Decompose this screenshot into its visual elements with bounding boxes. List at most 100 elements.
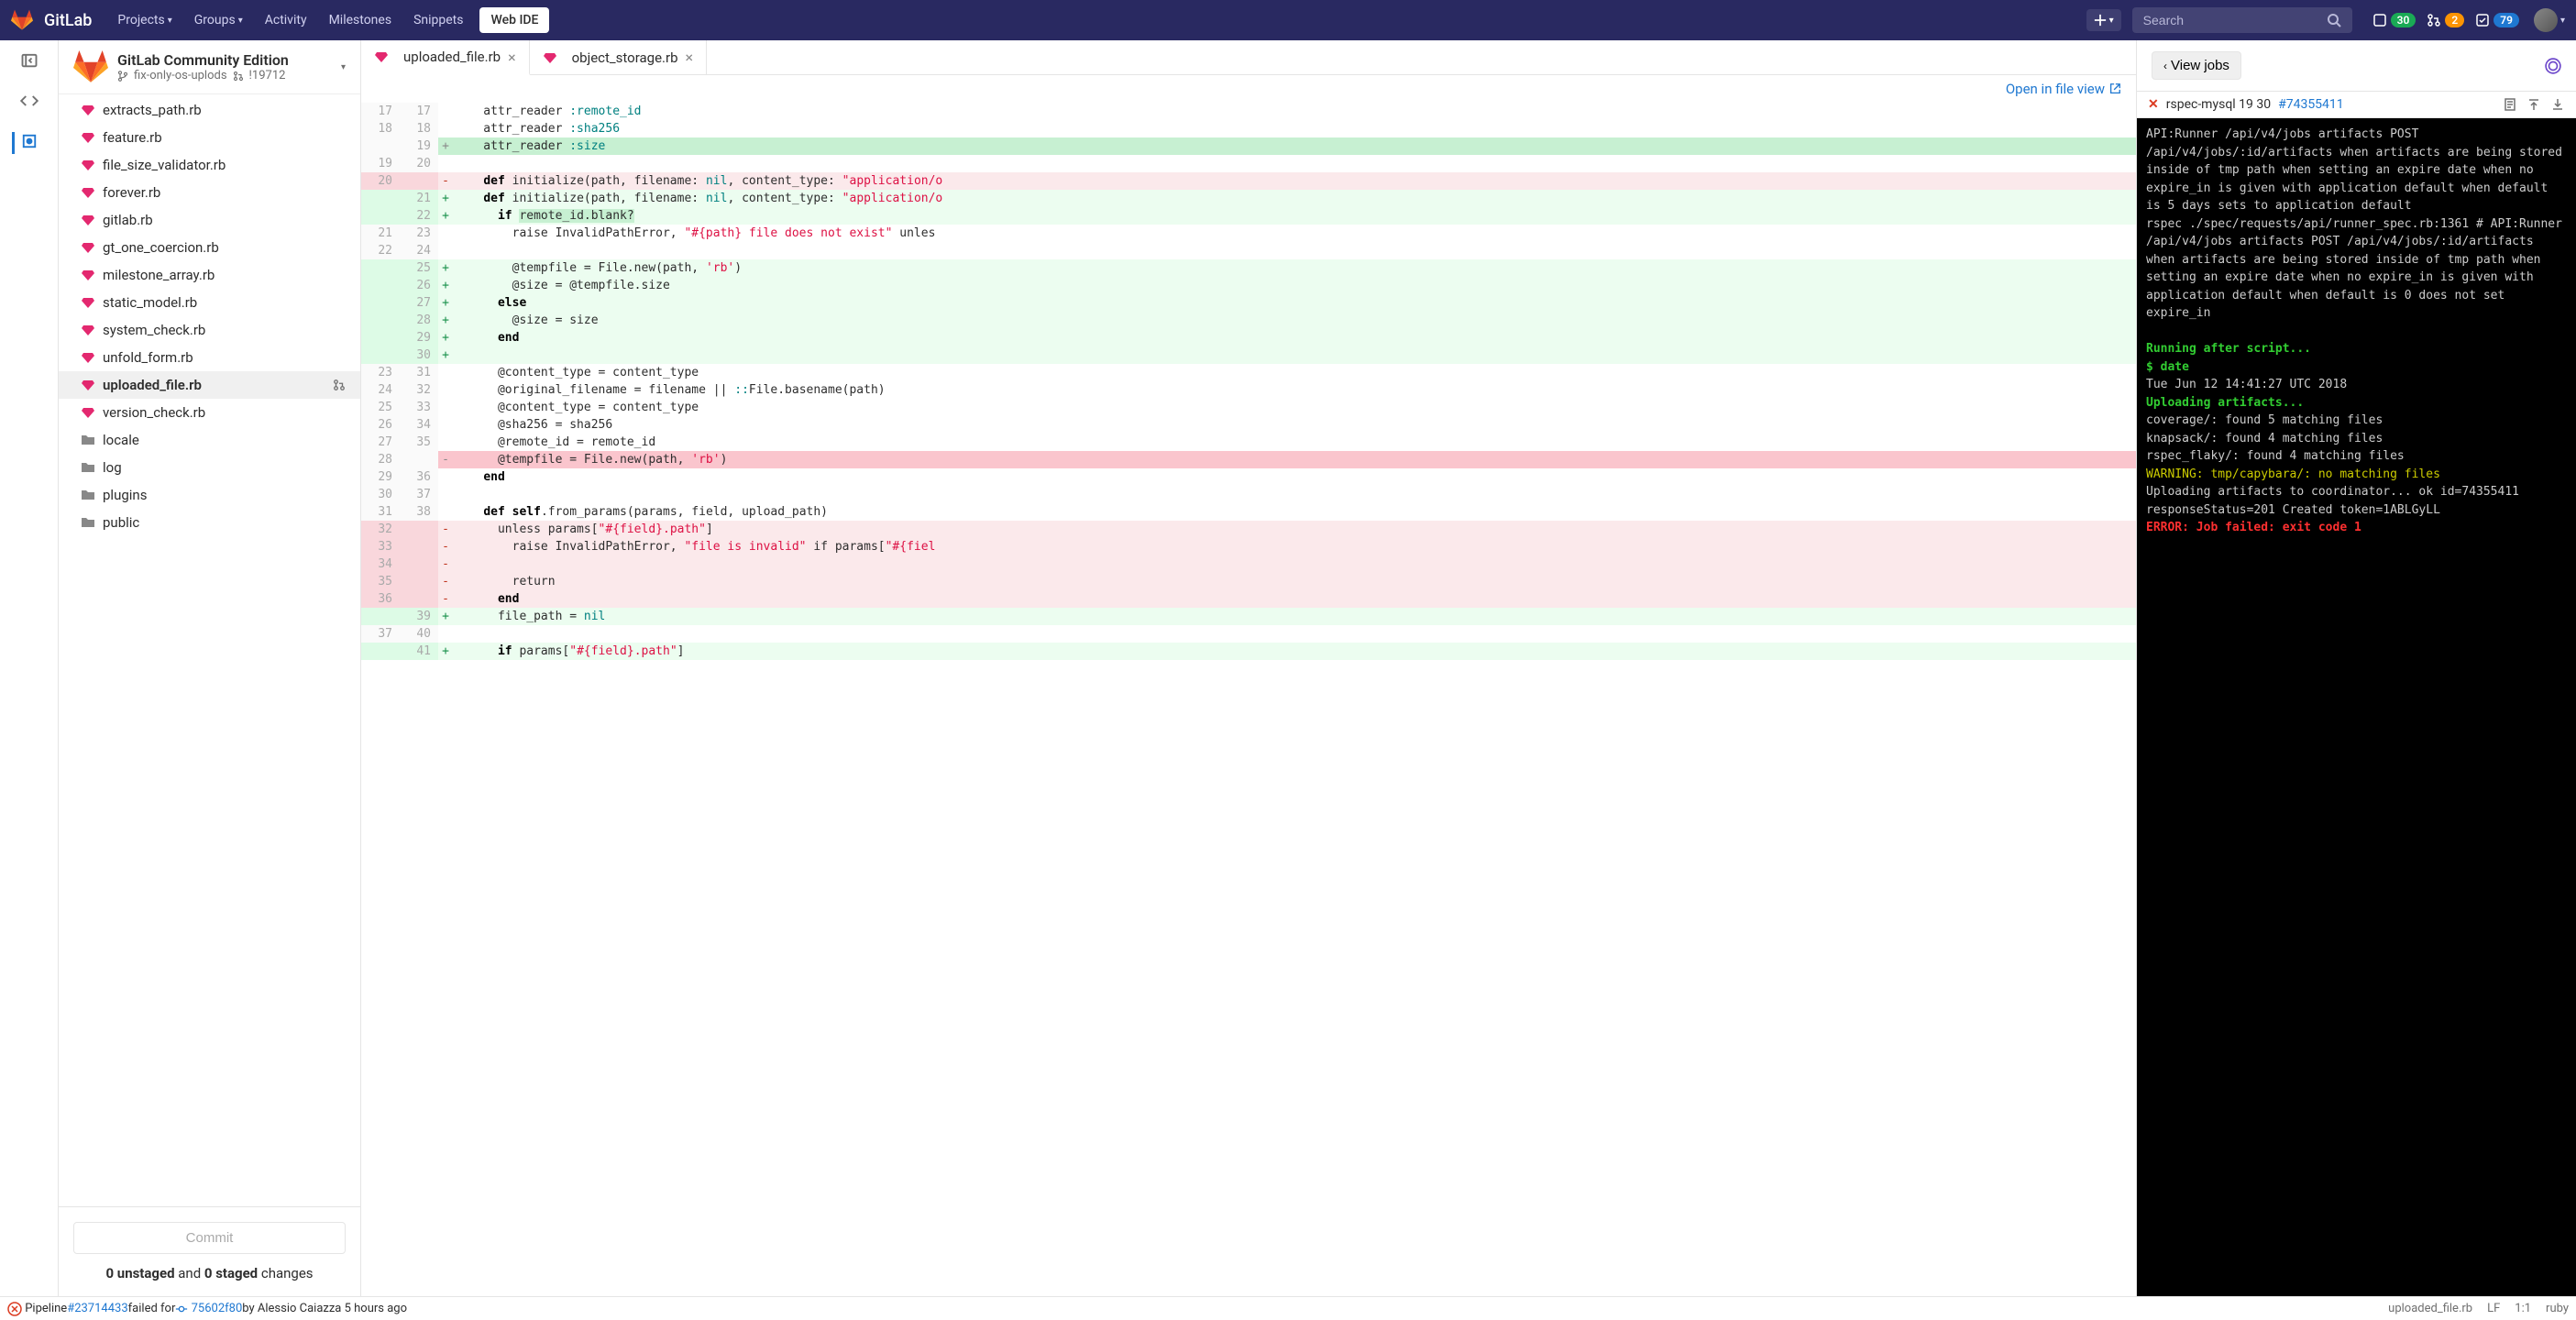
tree-item-locale[interactable]: locale (59, 426, 360, 454)
nav-milestones[interactable]: Milestones (318, 6, 403, 35)
language-mode[interactable]: ruby (2546, 1302, 2569, 1315)
tree-item-unfold_form-rb[interactable]: unfold_form.rb (59, 344, 360, 371)
gitlab-logo-icon (11, 9, 33, 31)
commit-button[interactable]: Commit (73, 1222, 346, 1254)
diff-line: 36- end (361, 590, 2136, 608)
project-title: GitLab Community Edition (117, 51, 329, 69)
diff-line: 28+ @size = size (361, 312, 2136, 329)
search-input[interactable] (2143, 13, 2327, 28)
tree-item-uploaded_file-rb[interactable]: uploaded_file.rb (59, 371, 360, 399)
diff-line: 19+ attr_reader :size (361, 138, 2136, 155)
project-dropdown-icon[interactable]: ▾ (341, 62, 346, 72)
tree-item-milestone_array-rb[interactable]: milestone_array.rb (59, 261, 360, 289)
tree-item-extracts_path-rb[interactable]: extracts_path.rb (59, 96, 360, 124)
mr-icon (233, 71, 244, 82)
cursor-position[interactable]: 1:1 (2515, 1302, 2531, 1315)
tree-item-file_size_validator-rb[interactable]: file_size_validator.rb (59, 151, 360, 179)
issues-badge[interactable]: 30 (2372, 13, 2416, 28)
tree-item-static_model-rb[interactable]: static_model.rb (59, 289, 360, 316)
status-bar: Pipeline #23714433 failed for 75602f80 b… (0, 1296, 2576, 1320)
code-icon[interactable] (20, 92, 39, 110)
review-icon[interactable] (20, 132, 39, 150)
diff-line: 3138 def self.from_params(params, field,… (361, 503, 2136, 521)
view-jobs-button[interactable]: ‹ View jobs (2152, 51, 2241, 80)
commit-link[interactable]: 75602f80 (192, 1302, 243, 1315)
diff-line: 33- raise InvalidPathError, "file is inv… (361, 538, 2136, 556)
topbar: GitLab Projects▾Groups▾ActivityMilestone… (0, 0, 2576, 40)
tree-item-feature-rb[interactable]: feature.rb (59, 124, 360, 151)
diff-line: 1717 attr_reader :remote_id (361, 103, 2136, 120)
new-menu-button[interactable]: ▾ (2086, 9, 2121, 31)
job-fail-icon: ✕ (2148, 97, 2159, 112)
pipeline-label: Pipeline (25, 1302, 67, 1315)
right-panel: ‹ View jobs ✕ rspec-mysql 19 30 #7435541… (2136, 40, 2576, 1296)
diff-line: 30+ (361, 346, 2136, 364)
raw-log-icon[interactable] (2503, 97, 2517, 112)
nav-snippets[interactable]: Snippets (402, 6, 474, 35)
line-ending[interactable]: LF (2487, 1302, 2500, 1315)
nav-activity[interactable]: Activity (254, 6, 318, 35)
tree-item-system_check-rb[interactable]: system_check.rb (59, 316, 360, 344)
close-icon[interactable]: × (686, 49, 694, 66)
diff-line: 32- unless params["#{field}.path"] (361, 521, 2136, 538)
diff-line: 22+ if remote_id.blank? (361, 207, 2136, 225)
diff-view[interactable]: 1717 attr_reader :remote_id1818 attr_rea… (361, 103, 2136, 1296)
pipeline-status-icon[interactable] (2545, 58, 2561, 74)
branch-name: fix-only-os-uplods (134, 69, 227, 82)
brand-name: GitLab (44, 11, 92, 30)
tab-uploaded_file-rb[interactable]: uploaded_file.rb× (361, 40, 530, 75)
tree-item-gitlab-rb[interactable]: gitlab.rb (59, 206, 360, 234)
search-box[interactable] (2132, 7, 2352, 33)
diff-line: 2432 @original_filename = filename || ::… (361, 381, 2136, 399)
diff-line: 2331 @content_type = content_type (361, 364, 2136, 381)
pipeline-link[interactable]: #23714433 (67, 1302, 127, 1315)
job-id-link[interactable]: #74355411 (2278, 97, 2344, 112)
tree-item-version_check-rb[interactable]: version_check.rb (59, 399, 360, 426)
branch-icon (117, 71, 128, 82)
web-ide-button[interactable]: Web IDE (479, 7, 549, 33)
diff-line: 41+ if params["#{field}.path"] (361, 643, 2136, 660)
tree-item-log[interactable]: log (59, 454, 360, 481)
pipeline-fail-icon (7, 1302, 22, 1316)
tab-object_storage-rb[interactable]: object_storage.rb× (530, 40, 707, 74)
scroll-bottom-icon[interactable] (2550, 97, 2565, 112)
tree-item-forever-rb[interactable]: forever.rb (59, 179, 360, 206)
tree-item-plugins[interactable]: plugins (59, 481, 360, 509)
job-name: rspec-mysql 19 30 (2166, 97, 2271, 112)
commit-panel: Commit 0 unstaged and 0 staged changes (59, 1206, 360, 1296)
project-header[interactable]: GitLab Community Edition fix-only-os-upl… (59, 40, 360, 94)
diff-line: 26+ @size = @tempfile.size (361, 277, 2136, 294)
diff-line: 35- return (361, 573, 2136, 590)
scroll-top-icon[interactable] (2526, 97, 2541, 112)
nav-projects[interactable]: Projects▾ (106, 6, 182, 35)
tree-item-public[interactable]: public (59, 509, 360, 536)
todos-badge[interactable]: 79 (2475, 13, 2519, 28)
diff-line: 28- @tempfile = File.new(path, 'rb') (361, 451, 2136, 468)
user-avatar[interactable] (2534, 8, 2558, 32)
collapse-icon[interactable] (20, 51, 39, 70)
merge-icon (2427, 13, 2441, 28)
changes-summary: 0 unstaged and 0 staged changes (73, 1265, 346, 1282)
close-icon[interactable]: × (508, 49, 516, 66)
issues-icon (2372, 13, 2387, 28)
sidebar: GitLab Community Edition fix-only-os-upl… (59, 40, 361, 1296)
tree-item-gt_one_coercion-rb[interactable]: gt_one_coercion.rb (59, 234, 360, 261)
diff-line: 2123 raise InvalidPathError, "#{path} fi… (361, 225, 2136, 242)
diff-line: 29+ end (361, 329, 2136, 346)
diff-line: 34- (361, 556, 2136, 573)
nav-groups[interactable]: Groups▾ (183, 6, 254, 35)
job-log-terminal[interactable]: API:Runner /api/v4/jobs artifacts POST /… (2137, 118, 2576, 1296)
diff-line: 3037 (361, 486, 2136, 503)
merge-requests-badge[interactable]: 2 (2427, 13, 2464, 28)
mr-number: !19712 (249, 69, 286, 82)
diff-line: 2936 end (361, 468, 2136, 486)
job-header: ✕ rspec-mysql 19 30 #74355411 (2137, 91, 2576, 118)
diff-line: 2634 @sha256 = sha256 (361, 416, 2136, 434)
project-icon (73, 50, 108, 84)
external-link-icon (2108, 82, 2121, 95)
open-file-view-link[interactable]: Open in file view (2006, 81, 2121, 97)
diff-line: 1818 attr_reader :sha256 (361, 120, 2136, 138)
diff-line: 21+ def initialize(path, filename: nil, … (361, 190, 2136, 207)
activity-bar (0, 40, 59, 1296)
diff-line: 1920 (361, 155, 2136, 172)
